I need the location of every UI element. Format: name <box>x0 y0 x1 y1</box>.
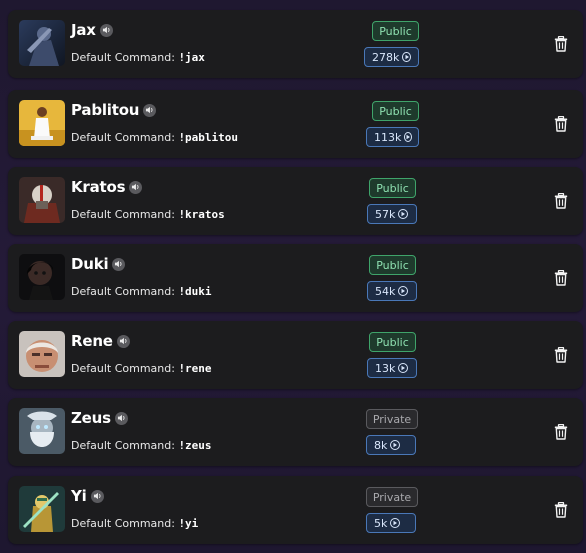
trash-icon[interactable] <box>554 35 568 52</box>
default-command-label: Default Command: <box>71 131 175 144</box>
speaker-icon[interactable] <box>114 411 128 425</box>
sound-name: Zeus <box>71 409 111 427</box>
visibility-badge[interactable]: Private <box>366 409 418 429</box>
default-command-value: !rene <box>178 362 212 375</box>
play-count: 113k <box>374 130 402 144</box>
default-command: Default Command: !rene <box>71 362 212 375</box>
speaker-icon[interactable] <box>112 257 126 271</box>
default-command-label: Default Command: <box>71 208 175 221</box>
play-count-badge[interactable]: 54k <box>367 281 417 301</box>
sound-avatar <box>19 254 65 300</box>
default-command-label: Default Command: <box>71 285 175 298</box>
default-command-value: !zeus <box>178 439 212 452</box>
play-circle-icon <box>402 52 411 62</box>
default-command-label: Default Command: <box>71 439 175 452</box>
sound-name-row: Kratos <box>71 178 143 196</box>
play-count: 54k <box>375 284 396 298</box>
play-count-badge[interactable]: 278k <box>364 47 419 67</box>
default-command: Default Command: !kratos <box>71 208 225 221</box>
sound-name-row: Pablitou <box>71 101 157 119</box>
play-count: 57k <box>375 207 396 221</box>
visibility-badge[interactable]: Public <box>369 178 416 198</box>
default-command: Default Command: !zeus <box>71 439 212 452</box>
sound-card[interactable]: Kratos Default Command: !kratos Public 57k <box>8 167 583 235</box>
play-circle-icon <box>398 363 409 373</box>
visibility-badge[interactable]: Public <box>372 21 419 41</box>
default-command-value: !jax <box>178 51 205 64</box>
default-command-value: !pablitou <box>178 131 239 144</box>
trash-icon[interactable] <box>554 115 568 132</box>
sound-avatar <box>19 486 65 532</box>
sound-name: Kratos <box>71 178 126 196</box>
visibility-badge[interactable]: Public <box>369 332 416 352</box>
play-count: 8k <box>374 438 388 452</box>
sound-name: Pablitou <box>71 101 140 119</box>
trash-icon[interactable] <box>554 269 568 286</box>
trash-icon[interactable] <box>554 423 568 440</box>
play-circle-icon <box>390 440 401 450</box>
trash-icon[interactable] <box>554 192 568 209</box>
default-command-label: Default Command: <box>71 51 175 64</box>
visibility-badge[interactable]: Public <box>369 255 416 275</box>
sound-card[interactable]: Zeus Default Command: !zeus Private 8k <box>8 398 583 466</box>
sound-avatar <box>19 177 65 223</box>
play-circle-icon <box>398 209 409 219</box>
sound-name: Yi <box>71 487 87 505</box>
sound-name: Jax <box>71 21 96 39</box>
play-count-badge[interactable]: 113k <box>366 127 419 147</box>
speaker-icon[interactable] <box>116 334 130 348</box>
sound-name: Rene <box>71 332 113 350</box>
sound-card[interactable]: Jax Default Command: !jax Public 278k <box>8 10 583 78</box>
play-circle-icon <box>398 286 409 296</box>
default-command: Default Command: !yi <box>71 517 198 530</box>
play-circle-icon <box>404 132 413 142</box>
sound-avatar <box>19 408 65 454</box>
default-command-value: !duki <box>178 285 212 298</box>
play-circle-icon <box>390 518 401 528</box>
sound-card[interactable]: Rene Default Command: !rene Public 13k <box>8 321 583 389</box>
play-count: 5k <box>374 516 388 530</box>
default-command: Default Command: !duki <box>71 285 212 298</box>
sound-avatar <box>19 20 65 66</box>
sound-name: Duki <box>71 255 109 273</box>
default-command: Default Command: !jax <box>71 51 205 64</box>
visibility-badge[interactable]: Public <box>372 101 419 121</box>
play-count: 13k <box>375 361 396 375</box>
sound-avatar <box>19 100 65 146</box>
sound-name-row: Jax <box>71 21 113 39</box>
play-count-badge[interactable]: 13k <box>367 358 417 378</box>
trash-icon[interactable] <box>554 501 568 518</box>
sound-list: Jax Default Command: !jax Public 278k Pablit… <box>0 0 586 553</box>
visibility-badge[interactable]: Private <box>366 487 418 507</box>
sound-name-row: Rene <box>71 332 130 350</box>
sound-card[interactable]: Yi Default Command: !yi Private 5k <box>8 476 583 544</box>
speaker-icon[interactable] <box>90 489 104 503</box>
default-command-value: !yi <box>178 517 199 530</box>
sound-name-row: Zeus <box>71 409 128 427</box>
play-count-badge[interactable]: 5k <box>366 513 416 533</box>
default-command: Default Command: !pablitou <box>71 131 238 144</box>
speaker-icon[interactable] <box>99 23 113 37</box>
default-command-value: !kratos <box>178 208 225 221</box>
sound-name-row: Yi <box>71 487 104 505</box>
trash-icon[interactable] <box>554 346 568 363</box>
sound-card[interactable]: Duki Default Command: !duki Public 54k <box>8 244 583 312</box>
play-count-badge[interactable]: 8k <box>366 435 416 455</box>
sound-name-row: Duki <box>71 255 126 273</box>
play-count-badge[interactable]: 57k <box>367 204 417 224</box>
speaker-icon[interactable] <box>143 103 157 117</box>
sound-avatar <box>19 331 65 377</box>
default-command-label: Default Command: <box>71 517 175 530</box>
speaker-icon[interactable] <box>129 180 143 194</box>
default-command-label: Default Command: <box>71 362 175 375</box>
sound-card[interactable]: Pablitou Default Command: !pablitou Public… <box>8 90 583 158</box>
play-count: 278k <box>372 50 400 64</box>
